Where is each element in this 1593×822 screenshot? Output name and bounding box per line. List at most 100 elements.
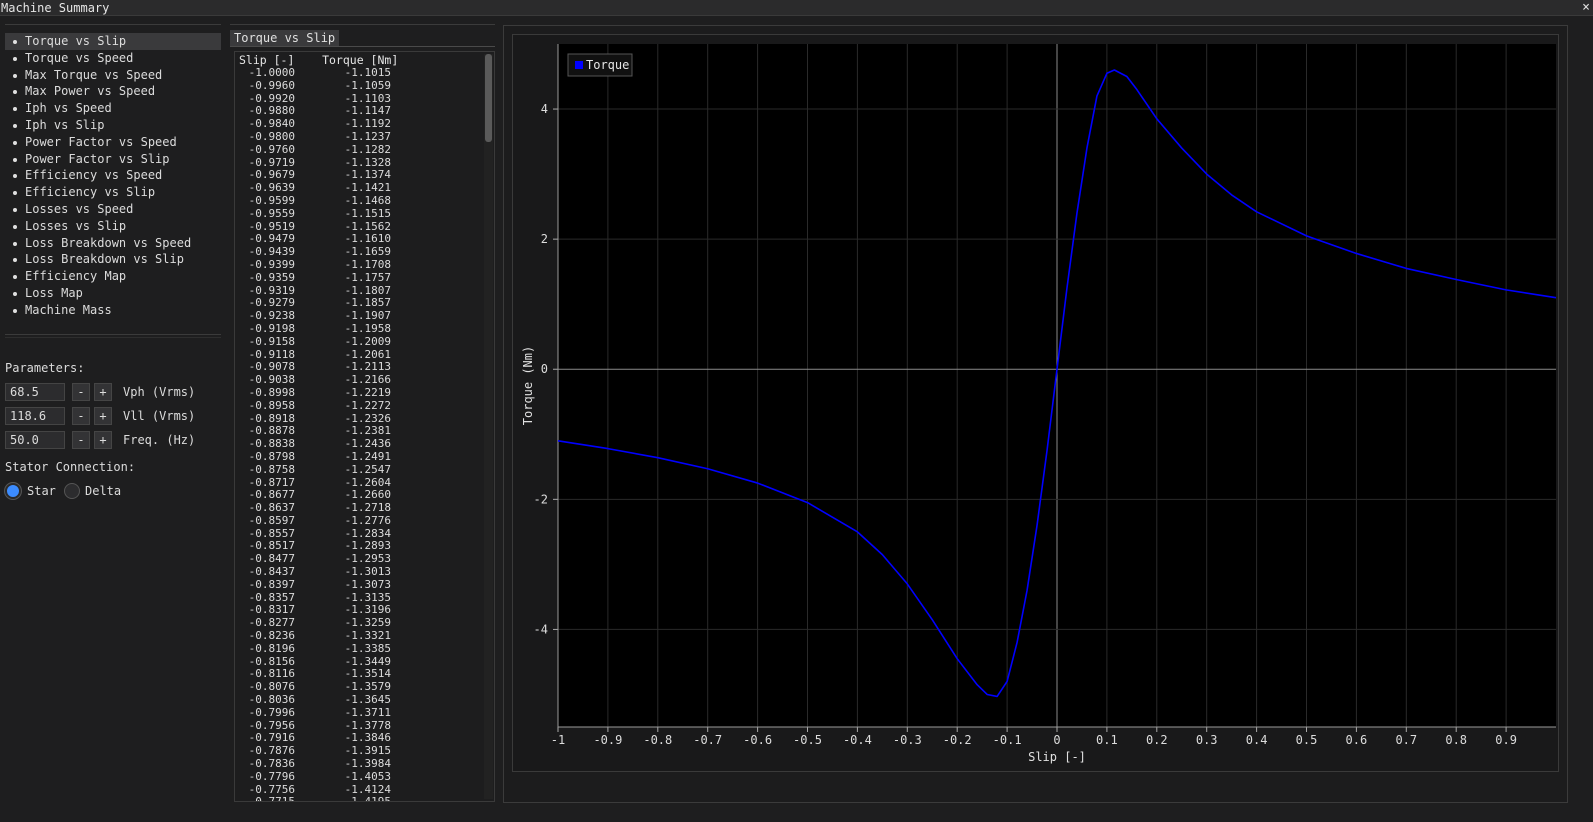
x-tick-label: 0.8	[1445, 733, 1467, 747]
plot-item-iph-vs-speed[interactable]: Iph vs Speed	[5, 100, 221, 117]
parameter-value-input[interactable]: 50.0	[5, 431, 65, 449]
parameter-value-input[interactable]: 68.5	[5, 383, 65, 401]
table-row[interactable]: -0.7996 -1.3711	[235, 705, 479, 720]
plot-item-loss-map[interactable]: Loss Map	[5, 285, 221, 302]
torque-cell: -1.4195	[344, 795, 391, 802]
y-tick-label: 4	[541, 102, 548, 116]
x-tick-label: -0.3	[893, 733, 922, 747]
table-row[interactable]: -0.8758 -1.2547	[235, 462, 479, 477]
torque-cell: -1.3013	[344, 565, 391, 579]
table-row[interactable]: -0.7836 -1.3984	[235, 757, 479, 771]
table-row[interactable]: -0.9038 -1.2166	[235, 373, 479, 387]
plot-item-torque-vs-speed[interactable]: Torque vs Speed	[5, 50, 221, 67]
slip-cell: -0.9760	[248, 142, 295, 156]
bullet-icon	[13, 123, 17, 128]
slip-cell: -0.8958	[248, 398, 295, 412]
table-row[interactable]: -0.7796 -1.4053	[235, 769, 479, 784]
x-tick-label: -0.2	[943, 733, 972, 747]
table-row[interactable]: -0.9599 -1.1468	[235, 194, 479, 208]
torque-cell: -1.2491	[344, 449, 391, 463]
x-tick-label: -0.6	[743, 733, 772, 747]
table-row[interactable]: -0.8637 -1.2718	[235, 501, 479, 515]
bullet-icon	[13, 308, 17, 313]
plot-item-power-factor-vs-speed[interactable]: Power Factor vs Speed	[5, 134, 221, 151]
bullet-icon	[13, 207, 17, 212]
table-row[interactable]: -0.9158 -1.2009	[235, 335, 479, 349]
plot-item-max-power-vs-speed[interactable]: Max Power vs Speed	[5, 83, 221, 100]
torque-cell: -1.2166	[344, 373, 391, 387]
plot-item-loss-breakdown-vs-speed[interactable]: Loss Breakdown vs Speed	[5, 235, 221, 252]
star-radio-label: Star	[27, 484, 56, 498]
table-row[interactable]: -0.8036 -1.3645	[235, 693, 479, 707]
slip-cell: -0.9359	[248, 270, 295, 284]
table-row[interactable]: -0.9960 -1.1059	[235, 79, 479, 93]
slip-cell: -0.8036	[248, 693, 295, 707]
table-row[interactable]: -0.9399 -1.1708	[235, 257, 479, 272]
plot-item-losses-vs-speed[interactable]: Losses vs Speed	[5, 201, 221, 218]
plot-item-loss-breakdown-vs-slip[interactable]: Loss Breakdown vs Slip	[5, 251, 221, 268]
increment-button[interactable]: +	[94, 407, 112, 425]
table-row[interactable]: -0.9760 -1.1282	[235, 142, 479, 157]
plot-item-machine-mass[interactable]: Machine Mass	[5, 302, 221, 319]
increment-button[interactable]: +	[94, 383, 112, 401]
table-scrollbar-thumb[interactable]	[485, 54, 492, 142]
torque-cell: -1.4053	[344, 769, 391, 783]
table-row[interactable]: -0.8196 -1.3385	[235, 642, 479, 656]
tab-torque-vs-slip[interactable]: Torque vs Slip	[230, 30, 340, 46]
slip-cell: -1.0000	[248, 66, 295, 79]
decrement-button[interactable]: -	[72, 431, 90, 449]
plot-item-efficiency-vs-slip[interactable]: Efficiency vs Slip	[5, 184, 221, 201]
table-row[interactable]: -0.8798 -1.2491	[235, 449, 479, 464]
decrement-button[interactable]: -	[72, 383, 90, 401]
table-row[interactable]: -0.8597 -1.2776	[235, 514, 479, 528]
table-row[interactable]: -0.9198 -1.1958	[235, 322, 479, 336]
slip-cell: -0.7715	[248, 795, 295, 802]
torque-cell: -1.3711	[344, 705, 391, 719]
slip-cell: -0.8758	[248, 462, 295, 476]
table-row[interactable]: -0.9559 -1.1515	[235, 207, 479, 221]
parameter-value-input[interactable]: 118.6	[5, 407, 65, 425]
x-axis-label: Slip [-]	[1028, 750, 1086, 764]
plot-item-max-torque-vs-speed[interactable]: Max Torque vs Speed	[5, 67, 221, 84]
plot-item-power-factor-vs-slip[interactable]: Power Factor vs Slip	[5, 151, 221, 168]
table-row[interactable]: -0.8397 -1.3073	[235, 578, 479, 592]
delta-radio[interactable]	[64, 483, 80, 499]
plot-item-torque-vs-slip[interactable]: Torque vs Slip	[5, 33, 221, 50]
slip-cell: -0.7996	[248, 705, 295, 719]
table-row[interactable]: -0.7715 -1.4195	[235, 795, 479, 802]
slip-cell: -0.8236	[248, 629, 295, 643]
plot-area[interactable]: -1 -0.9 -0.8 -0.7 -0.6 -0.5 -0.4 -0.3 -0.2 -0.1 0 0…	[512, 34, 1559, 772]
table-row[interactable]: -0.9359 -1.1757	[235, 270, 479, 285]
decrement-button[interactable]: -	[72, 407, 90, 425]
table-row[interactable]: -0.8958 -1.2272	[235, 398, 479, 413]
torque-cell: -1.1708	[344, 257, 391, 271]
plot-item-iph-vs-slip[interactable]: Iph vs Slip	[5, 117, 221, 134]
plot-item-label: Loss Breakdown vs Slip	[25, 252, 184, 267]
plot-item-efficiency-vs-speed[interactable]: Efficiency vs Speed	[5, 167, 221, 184]
table-row[interactable]: -0.8998 -1.2219	[235, 385, 479, 400]
torque-slip-chart[interactable]: -1 -0.9 -0.8 -0.7 -0.6 -0.5 -0.4 -0.3 -0.2 -0.1 0 0…	[513, 35, 1558, 771]
parameter-row: 118.6- + Vll (Vrms)	[5, 407, 221, 427]
bullet-icon	[13, 40, 17, 44]
increment-button[interactable]: +	[94, 431, 112, 449]
parameter-unit-label: Freq. (Hz)	[123, 433, 196, 447]
star-radio[interactable]	[5, 483, 21, 499]
table-scrollbar[interactable]	[484, 54, 493, 799]
plot-panel: -1 -0.9 -0.8 -0.7 -0.6 -0.5 -0.4 -0.3 -0.2 -0.1 0 0…	[503, 25, 1568, 803]
data-table[interactable]: Slip [-] Torque [Nm] -1.0000 -1.1015 -0.99…	[234, 51, 495, 802]
slip-cell: -0.7836	[248, 757, 295, 771]
table-row[interactable]: -0.8838 -1.2436	[235, 437, 479, 451]
plot-item-efficiency-map[interactable]: Efficiency Map	[5, 268, 221, 285]
table-row[interactable]: -0.9800 -1.1237	[235, 130, 479, 144]
close-icon[interactable]: ×	[1582, 0, 1590, 16]
stator-connection-radio-group: Star Delta	[5, 482, 221, 502]
x-tick-label: 0.2	[1146, 733, 1168, 747]
plot-item-losses-vs-slip[interactable]: Losses vs Slip	[5, 218, 221, 235]
table-row[interactable]: -1.0000 -1.1015	[235, 66, 479, 80]
divider	[5, 24, 221, 25]
table-row[interactable]: -0.8236 -1.3321	[235, 629, 479, 643]
table-row[interactable]: -0.8437 -1.3013	[235, 565, 479, 579]
x-tick-label: 0.3	[1196, 733, 1218, 747]
plot-item-label: Max Torque vs Speed	[25, 67, 163, 82]
slip-cell: -0.8998	[248, 385, 295, 399]
